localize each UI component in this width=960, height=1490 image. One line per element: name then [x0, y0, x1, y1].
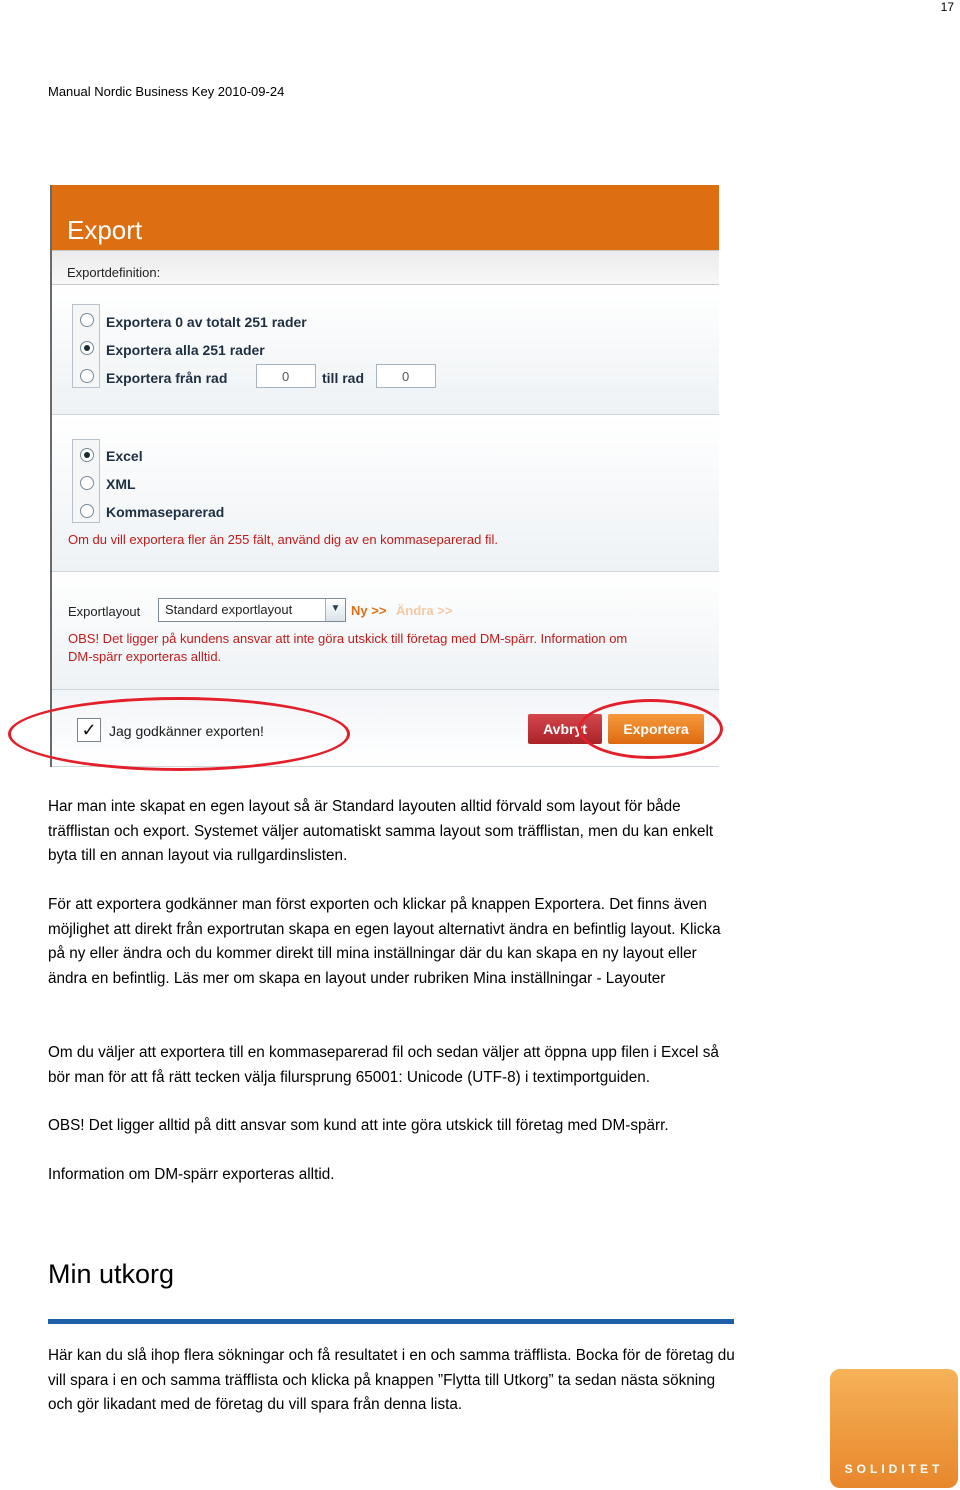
layout-select[interactable]: Standard exportlayout ▼ [158, 598, 346, 622]
edit-layout-link[interactable]: Ändra >> [396, 603, 452, 618]
body-paragraph-2: För att exportera godkänner man först ex… [48, 896, 721, 987]
dialog-subheading-bar: Exportdefinition: [52, 250, 719, 285]
body-paragraph-3b: OBS! Det ligger alltid på ditt ansvar so… [48, 1117, 669, 1134]
format-comma-label: Kommaseparerad [106, 504, 225, 520]
section-heading: Min utkorg [48, 1259, 175, 1289]
layout-select-value: Standard exportlayout [165, 602, 293, 617]
format-panel: Excel XML Kommaseparerad Om du vill expo… [52, 415, 719, 572]
option-export-range-label: Exportera från rad [106, 370, 228, 386]
format-xml-label: XML [106, 476, 136, 492]
section-paragraph: Här kan du slå ihop flera sökningar och … [48, 1347, 735, 1414]
annotation-ellipse-export [578, 699, 723, 759]
body-paragraph-3a: Om du väljer att exportera till en komma… [48, 1044, 719, 1086]
export-dialog-screenshot: Export Exportdefinition: Exportera 0 av … [50, 185, 719, 767]
format-radio-group [72, 439, 100, 523]
radio-comma-separated[interactable] [80, 504, 94, 518]
soliditet-logo: SOLIDITET [830, 1369, 958, 1488]
page-number: 17 [940, 0, 954, 14]
running-header: Manual Nordic Business Key 2010-09-24 [48, 84, 285, 99]
radio-export-all[interactable] [80, 341, 94, 355]
chevron-down-icon[interactable]: ▼ [325, 599, 345, 621]
radio-export-range[interactable] [80, 369, 94, 383]
heading-rule [48, 1319, 734, 1324]
to-row-label: till rad [322, 370, 365, 386]
dm-warning-line1: OBS! Det ligger på kundens ansvar att in… [68, 631, 628, 646]
row-range-radio-group [72, 304, 100, 388]
logo-text: SOLIDITET [844, 1462, 944, 1476]
new-layout-link[interactable]: Ny >> [351, 603, 386, 618]
layout-label: Exportlayout [68, 604, 141, 619]
format-hint: Om du vill exportera fler än 255 fält, a… [68, 532, 498, 547]
body-paragraph-3c: Information om DM-spärr exporteras allti… [48, 1166, 335, 1183]
option-export-all-label: Exportera alla 251 rader [106, 342, 265, 358]
format-excel-label: Excel [106, 448, 143, 464]
dialog-titlebar: Export [52, 185, 719, 250]
radio-excel[interactable] [80, 448, 94, 462]
from-row-input[interactable]: 0 [256, 364, 316, 388]
layout-panel: Exportlayout Standard exportlayout ▼ Ny … [52, 572, 719, 690]
dialog-subheading: Exportdefinition: [67, 265, 161, 280]
option-export-zero-label: Exportera 0 av totalt 251 rader [106, 314, 307, 330]
radio-xml[interactable] [80, 476, 94, 490]
dialog-title: Export [67, 215, 143, 245]
dm-warning-line2: DM-spärr exporteras alltid. [68, 649, 222, 664]
body-paragraph-1: Har man inte skapat en egen layout så är… [48, 798, 714, 865]
annotation-ellipse-approve [8, 697, 350, 771]
to-row-input[interactable]: 0 [376, 364, 436, 388]
radio-export-zero[interactable] [80, 313, 94, 327]
row-range-panel: Exportera 0 av totalt 251 rader Exporter… [52, 285, 719, 415]
